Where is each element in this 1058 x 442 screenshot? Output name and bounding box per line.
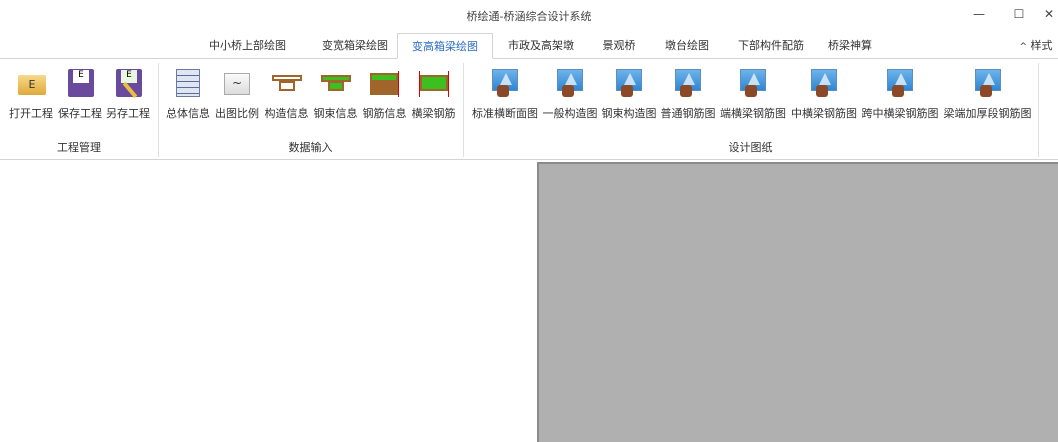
group-label-drawings: 设计图纸: [728, 141, 773, 154]
drawing-scale-button[interactable]: ~ 出图比例: [212, 67, 262, 121]
drawing-scale-label: 出图比例: [215, 107, 259, 120]
tab-abutment[interactable]: 墩台绘图: [654, 33, 720, 59]
crossbeam-rebar-label: 横梁钢筋: [411, 107, 456, 120]
drawing-label: 中横梁钢筋图: [791, 107, 857, 120]
table-icon: [172, 67, 204, 99]
floppy-disk-icon: E: [64, 67, 96, 99]
tendon-info-label: 钢束信息: [313, 107, 358, 120]
tab-substructure-rebar[interactable]: 下部构件配筋: [730, 33, 812, 59]
group-label-input: 数据输入: [288, 141, 333, 154]
general-info-button[interactable]: 总体信息: [164, 67, 212, 121]
midspan-crossbeam-rebar-button[interactable]: 跨中横梁钢筋图: [859, 67, 941, 121]
drawing-icon: [554, 67, 586, 99]
tendon-info-button[interactable]: 钢束信息: [311, 67, 360, 121]
drawing-label: 跨中横梁钢筋图: [861, 107, 939, 120]
save-project-button[interactable]: E 保存工程: [56, 67, 104, 121]
drawing-icon: [613, 67, 645, 99]
window-title: 桥绘通-桥涵综合设计系统: [466, 10, 592, 23]
drawing-label: 标准横断面图: [472, 107, 538, 120]
chevron-up-icon: ^: [1019, 42, 1028, 52]
rebar-section-icon: [369, 67, 401, 99]
left-panel: [0, 162, 537, 442]
rebar-info-button[interactable]: 钢筋信息: [360, 67, 409, 121]
open-project-button[interactable]: E 打开工程: [6, 67, 56, 121]
ribbon-tabs: 中小桥上部绘图 变宽箱梁绘图 变高箱梁绘图 市政及高架墩 景观桥 墩台绘图 下部…: [0, 33, 1058, 59]
save-as-project-label: 另存工程: [106, 107, 150, 120]
beam-end-thickening-rebar-button[interactable]: 梁端加厚段钢筋图: [941, 67, 1034, 121]
maximize-button[interactable]: ☐: [1004, 4, 1034, 24]
chart-line-icon: ~: [221, 67, 253, 99]
drawing-icon: [884, 67, 916, 99]
mid-crossbeam-rebar-button[interactable]: 中横梁钢筋图: [789, 67, 859, 121]
drawing-icon: [672, 67, 704, 99]
crossbeam-rebar-icon: [418, 67, 450, 99]
save-as-project-button[interactable]: E 另存工程: [104, 67, 152, 121]
end-crossbeam-rebar-button[interactable]: 端横梁钢筋图: [718, 67, 788, 121]
general-info-label: 总体信息: [166, 107, 210, 120]
tendon-structure-button[interactable]: 钢束构造图: [600, 67, 658, 121]
drawing-icon: [972, 67, 1004, 99]
group-label-project: 工程管理: [57, 141, 101, 154]
minimize-button[interactable]: —: [964, 4, 994, 24]
drawing-canvas[interactable]: [537, 162, 1058, 442]
drawing-label: 一般构造图: [542, 107, 598, 120]
title-bar: 桥绘通-桥涵综合设计系统 — ☐ ✕: [0, 0, 1058, 32]
drawing-icon: [737, 67, 769, 99]
drawing-label: 梁端加厚段钢筋图: [943, 107, 1032, 120]
rebar-info-label: 钢筋信息: [362, 107, 407, 120]
tab-landscape-bridge[interactable]: 景观桥: [594, 33, 644, 59]
tab-municipal-pier[interactable]: 市政及高架墩: [498, 33, 584, 59]
drawing-label: 端横梁钢筋图: [720, 107, 786, 120]
tab-variable-width-box[interactable]: 变宽箱梁绘图: [305, 33, 405, 59]
style-label: 样式: [1030, 39, 1053, 52]
save-as-icon: E: [112, 67, 144, 99]
ribbon-panel: E 打开工程 E 保存工程 E 另存工程 工程管理 总体信息 ~ 出图比例 构造…: [0, 58, 1058, 160]
ordinary-rebar-button[interactable]: 普通钢筋图: [659, 67, 717, 121]
drawing-label: 钢束构造图: [601, 107, 657, 120]
tab-small-bridge[interactable]: 中小桥上部绘图: [200, 33, 295, 59]
save-project-label: 保存工程: [58, 107, 102, 120]
beam-section-icon: [271, 67, 303, 99]
structure-info-button[interactable]: 构造信息: [262, 67, 311, 121]
tab-variable-height-box[interactable]: 变高箱梁绘图: [397, 33, 493, 59]
drawing-icon: [489, 67, 521, 99]
crossbeam-rebar-button[interactable]: 横梁钢筋: [409, 67, 458, 121]
general-structure-button[interactable]: 一般构造图: [541, 67, 599, 121]
open-project-label: 打开工程: [9, 107, 53, 120]
group-divider: [1038, 63, 1039, 157]
standard-cross-section-button[interactable]: 标准横断面图: [470, 67, 540, 121]
drawing-label: 普通钢筋图: [660, 107, 716, 120]
folder-open-icon: E: [15, 67, 47, 99]
tendon-section-icon: [320, 67, 352, 99]
tab-bridge-calc[interactable]: 桥梁神算: [822, 33, 878, 59]
drawing-icon: [808, 67, 840, 99]
structure-info-label: 构造信息: [264, 107, 309, 120]
close-button[interactable]: ✕: [1034, 4, 1058, 24]
style-menu[interactable]: ^ 样式: [1014, 33, 1058, 59]
